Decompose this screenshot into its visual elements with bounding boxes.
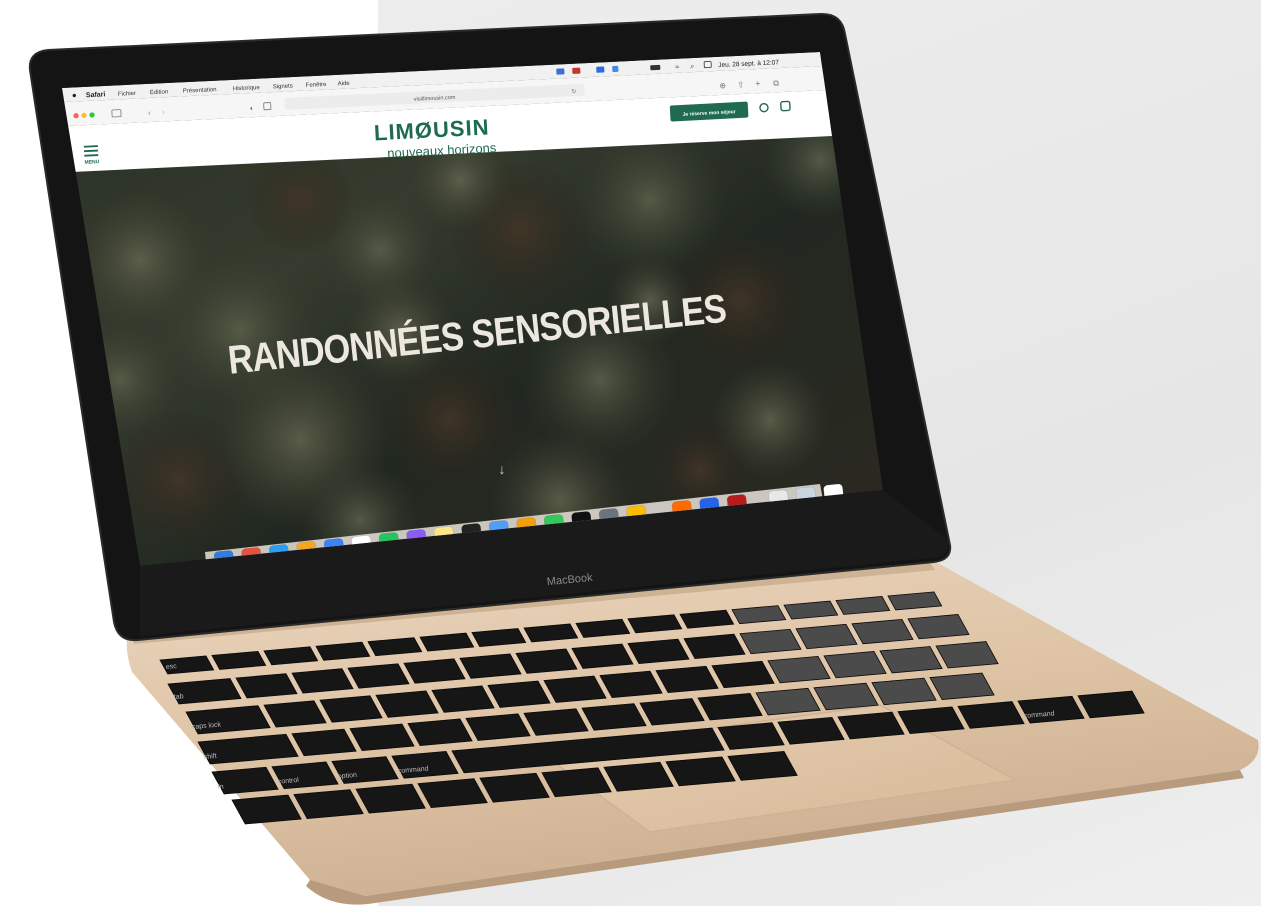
wifi-icon[interactable]: ≈ [675, 64, 679, 71]
keyboard-key[interactable] [571, 643, 634, 669]
keyboard-key[interactable] [355, 783, 426, 814]
status-icon[interactable] [596, 66, 605, 73]
keyboard-key[interactable] [347, 663, 410, 689]
menubar-item[interactable]: Signets [273, 83, 293, 90]
keyboard-key[interactable] [523, 708, 589, 736]
keyboard-key[interactable] [907, 614, 970, 640]
new-tab-icon[interactable]: + [755, 78, 761, 88]
keyboard-key[interactable] [235, 673, 298, 699]
keyboard-key[interactable] [465, 713, 531, 741]
keyboard-key[interactable] [231, 794, 302, 825]
menubar-item[interactable]: Édition [150, 88, 169, 96]
key-label: esc [166, 663, 178, 671]
keyboard-key[interactable] [665, 756, 736, 787]
download-icon[interactable]: ⊕ [719, 81, 726, 90]
scroll-down-arrow[interactable]: ↓ [499, 461, 506, 477]
search-icon[interactable]: ⌕ [690, 63, 694, 70]
keyboard-key[interactable] [813, 682, 879, 711]
keyboard-key[interactable] [683, 633, 746, 660]
keyboard-key[interactable] [957, 701, 1025, 729]
shield-icon[interactable]: ◐ [250, 105, 255, 112]
keyboard-key[interactable] [755, 687, 821, 716]
keyboard-key[interactable] [581, 703, 647, 731]
keyboard-key[interactable] [795, 623, 858, 650]
keyboard-key[interactable] [407, 718, 473, 746]
keyboard-key[interactable] [627, 638, 690, 664]
keyboard-key[interactable] [417, 778, 488, 809]
menubar-item[interactable]: Aide [338, 81, 351, 88]
keyboard-key[interactable] [541, 767, 612, 798]
keyboard-key[interactable] [291, 728, 357, 757]
keyboard-key[interactable] [929, 672, 995, 701]
keyboard-key[interactable] [717, 722, 785, 750]
battery-icon[interactable] [650, 64, 661, 71]
laptop-scene: esctabcaps lockshiftfncontroloptioncomma… [28, 12, 1259, 905]
keyboard-key[interactable] [739, 628, 802, 655]
status-icon[interactable] [612, 65, 619, 73]
keyboard-key[interactable] [639, 698, 705, 726]
status-icon[interactable] [556, 68, 565, 75]
key-label: shift [204, 753, 217, 761]
tabs-overview-icon[interactable]: ⧉ [773, 79, 779, 88]
keyboard-key[interactable] [403, 658, 466, 684]
keyboard-key[interactable] [291, 668, 354, 694]
menu-label[interactable]: MENU [84, 159, 99, 166]
keyboard-key[interactable] [871, 677, 937, 706]
keyboard-key[interactable] [1077, 690, 1145, 719]
keyboard-key[interactable] [837, 711, 905, 740]
keyboard-key[interactable] [293, 789, 364, 819]
keyboard-key[interactable] [697, 693, 763, 721]
keyboard-key[interactable] [479, 772, 550, 803]
keyboard-key[interactable] [349, 723, 415, 752]
menubar-item[interactable]: Fichier [118, 91, 136, 98]
keyboard-key[interactable] [897, 706, 965, 735]
menubar-app-name[interactable]: Safari [86, 91, 106, 99]
key-label: tab [174, 693, 184, 701]
apple-icon[interactable]: ● [72, 91, 77, 100]
keyboard-key[interactable] [851, 618, 914, 645]
keyboard-key[interactable] [777, 717, 845, 745]
keyboard-key[interactable] [459, 653, 522, 679]
menubar-item[interactable]: Fenêtre [306, 82, 328, 89]
share-icon[interactable]: ⇧ [737, 80, 744, 89]
key-label: fn [218, 784, 225, 791]
reload-icon[interactable]: ↻ [571, 88, 576, 95]
keyboard-key[interactable] [603, 761, 674, 792]
keyboard-key[interactable] [727, 751, 798, 781]
keyboard-key[interactable] [515, 648, 578, 674]
status-icon[interactable] [572, 67, 581, 74]
